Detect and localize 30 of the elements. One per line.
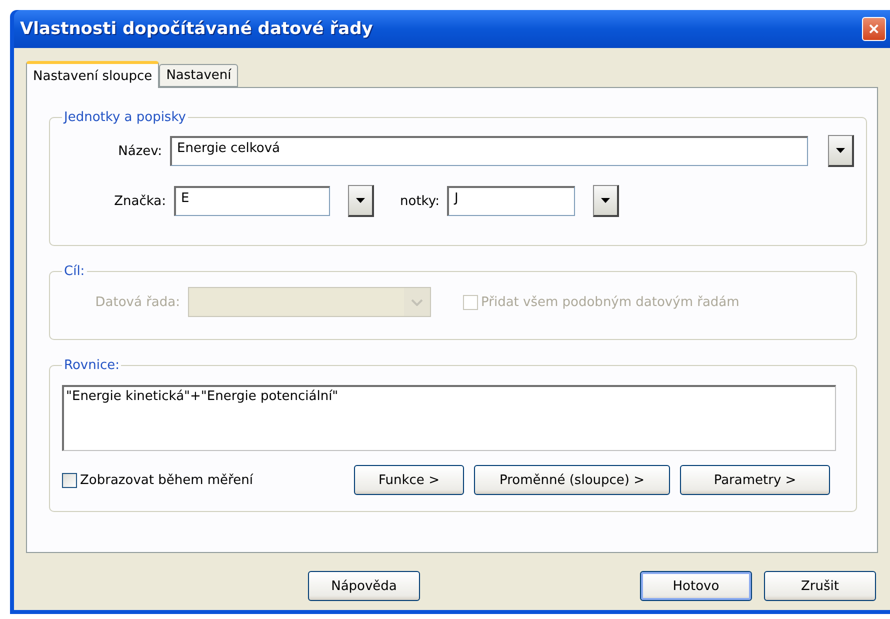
insert-button[interactable]: Funkce >	[354, 465, 464, 495]
checkbox-label: Přidat všem podobným datovým řadám	[481, 294, 740, 310]
name-field[interactable]: Energie celková	[170, 136, 808, 166]
equation-field[interactable]: "Energie kinetická"+"Energie potenciální"	[62, 385, 836, 451]
insert-button[interactable]: Parametry >	[680, 465, 830, 495]
dialog-button[interactable]: Zrušit	[764, 571, 876, 601]
chevron-icon	[411, 298, 423, 306]
dialog-button[interactable]: Hotovo	[640, 571, 752, 601]
field-label: Datová řada:	[94, 294, 180, 310]
window-title: Vlastnosti dopočítávané datové řady	[20, 19, 373, 39]
tab[interactable]: Nastavení	[159, 64, 238, 87]
units-field[interactable]: J	[447, 186, 576, 216]
checkbox[interactable]	[62, 472, 77, 488]
caret-icon	[836, 148, 845, 153]
field-label: Název:	[117, 144, 162, 158]
dropdown-button[interactable]	[593, 185, 620, 217]
caret-icon	[601, 198, 610, 203]
tab[interactable]: Nastavení sloupce	[26, 61, 160, 88]
checkbox-label: Zobrazovat během měření	[80, 472, 253, 488]
dropdown-button[interactable]	[348, 185, 374, 217]
caret-icon	[356, 198, 365, 203]
group-title: Jednotky a popisky	[62, 110, 187, 125]
help-button[interactable]: Nápověda	[308, 571, 420, 601]
symbol-field[interactable]: E	[174, 186, 330, 216]
dropdown-button[interactable]	[828, 135, 854, 167]
group-title: Rovnice:	[63, 358, 120, 373]
field-label: notky:	[400, 194, 440, 208]
group-title: Cíl:	[63, 264, 86, 279]
field-label: Značka:	[113, 194, 166, 208]
insert-button[interactable]: Proměnné (sloupce) >	[474, 465, 670, 495]
